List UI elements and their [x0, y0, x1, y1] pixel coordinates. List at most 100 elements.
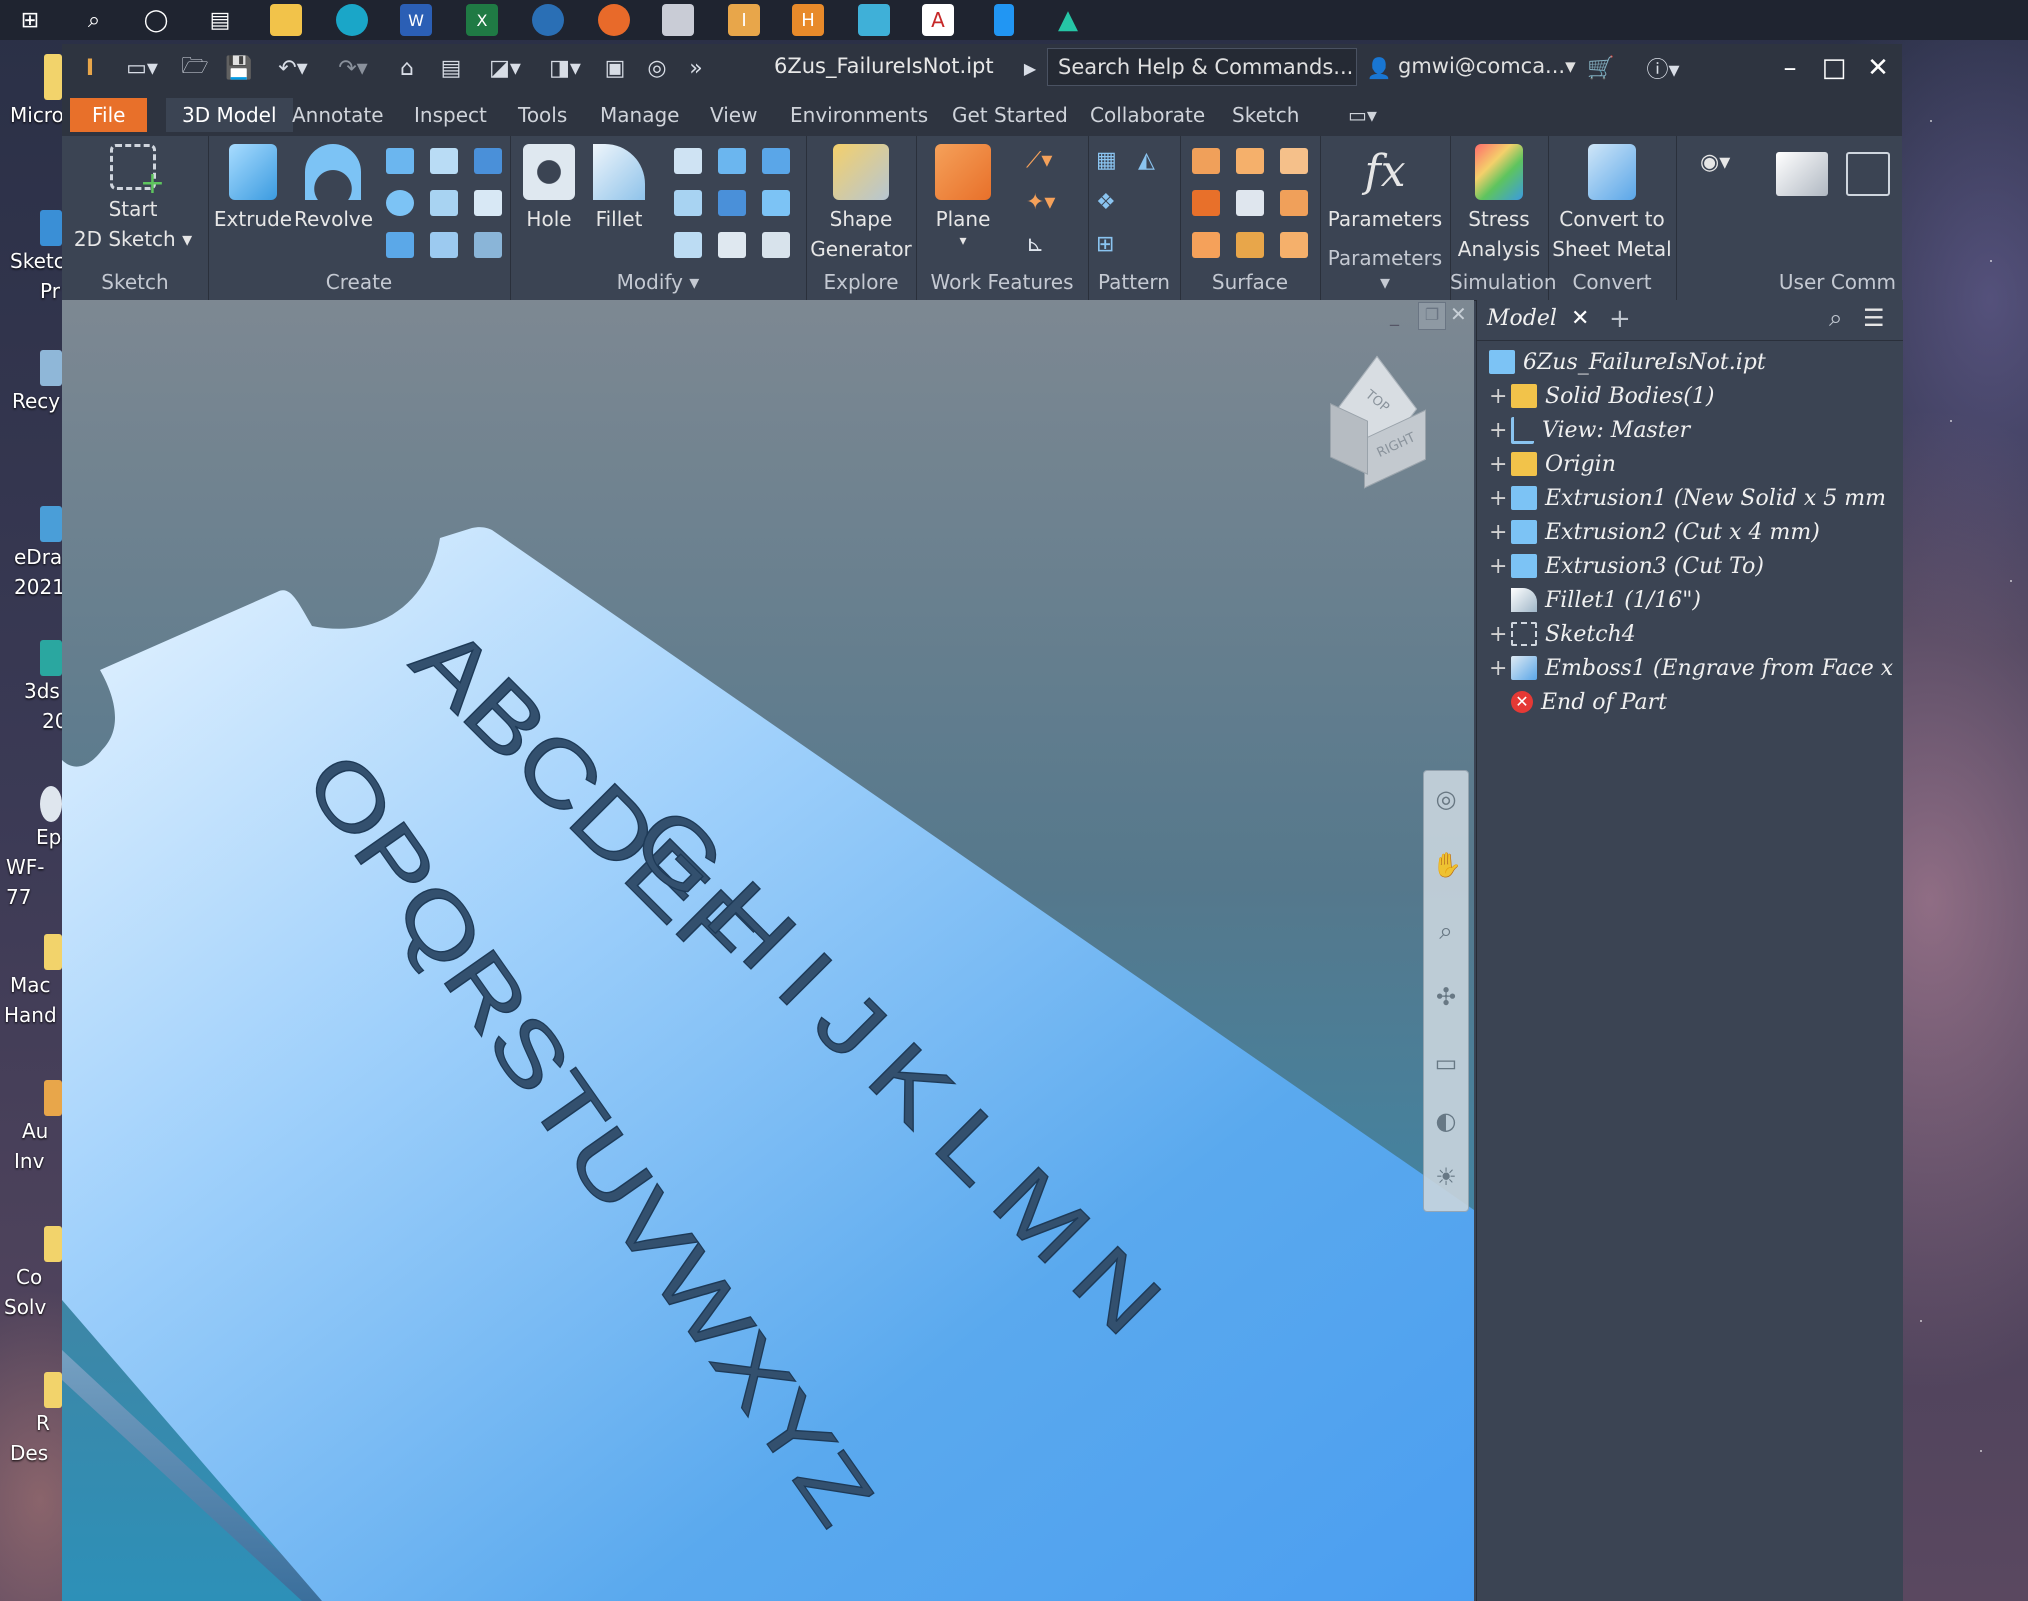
split-icon[interactable] [718, 190, 746, 216]
desktop-icon[interactable]: Sketc Pr [0, 210, 65, 306]
inventor-logo-icon[interactable]: I [78, 52, 102, 84]
tab-inspect[interactable]: Inspect [414, 98, 487, 132]
coil-icon[interactable] [386, 190, 414, 216]
sculpt-icon[interactable] [1280, 148, 1308, 174]
orbit-icon[interactable]: ✣ [1432, 983, 1460, 1011]
app-icon[interactable] [662, 4, 694, 36]
rib-icon[interactable] [474, 148, 502, 174]
axis-icon[interactable]: ⟋▾ [1026, 148, 1054, 174]
hole-button[interactable]: Hole [512, 144, 586, 234]
draft-icon[interactable] [762, 148, 790, 174]
combine-icon[interactable] [762, 190, 790, 216]
desktop-icon[interactable]: Mac Hand [0, 934, 62, 1030]
sketch-pattern-icon[interactable]: ⊞ [1096, 232, 1124, 258]
undo-icon[interactable]: ↶▾ [268, 52, 318, 84]
browser-item-solid-bodies[interactable]: + Solid Bodies(1) [1489, 380, 1714, 412]
thicken-surface-icon[interactable] [1192, 148, 1220, 174]
stitch-icon[interactable] [1236, 148, 1264, 174]
tab-file[interactable]: File [70, 98, 148, 132]
help-search-input[interactable]: Search Help & Commands... [1047, 48, 1357, 86]
trim-icon[interactable] [1236, 190, 1264, 216]
browser-tab-model[interactable]: Model [1487, 306, 1557, 331]
tab-annotate[interactable]: Annotate [292, 98, 384, 132]
hsm-icon[interactable]: H [792, 4, 824, 36]
browser-item-sketch4[interactable]: + Sketch4 [1489, 618, 1636, 650]
unwrap-icon[interactable] [430, 232, 458, 258]
expand-icon[interactable]: + [1489, 622, 1507, 647]
move-face-icon[interactable] [718, 232, 746, 258]
tab-3d-model[interactable]: 3D Model [166, 98, 293, 132]
tab-tools[interactable]: Tools [518, 98, 567, 132]
desktop-icon[interactable]: Micro [0, 54, 64, 130]
patch-icon[interactable] [1192, 190, 1220, 216]
search-icon[interactable]: ⌕ [78, 4, 110, 36]
view-cube[interactable]: TOP RIGHT [1324, 355, 1434, 489]
chamfer-icon[interactable] [674, 148, 702, 174]
expand-icon[interactable]: + [1489, 656, 1507, 681]
material-icon[interactable]: ◪▾ [480, 52, 530, 84]
import-icon[interactable] [474, 232, 502, 258]
browser-item-emboss1[interactable]: + Emboss1 (Engrave from Face x [1489, 652, 1893, 684]
mirror-icon[interactable]: ◭ [1138, 148, 1166, 174]
start-2d-sketch-button[interactable]: + Start 2D Sketch ▾ [68, 144, 198, 254]
rectangular-pattern-icon[interactable]: ▦ [1096, 148, 1124, 174]
expand-icon[interactable]: + [1489, 486, 1507, 511]
steering-wheel-icon[interactable]: ◎ [1432, 785, 1460, 813]
word-icon[interactable]: W [400, 4, 432, 36]
appearance-icon[interactable]: ◨▾ [540, 52, 590, 84]
look-at-icon[interactable]: ◐ [1432, 1107, 1460, 1135]
stress-analysis-button[interactable]: Stress Analysis [1454, 144, 1544, 264]
expand-icon[interactable]: + [1489, 554, 1507, 579]
fillet-button[interactable]: Fillet [582, 144, 656, 234]
repair-icon[interactable] [1280, 232, 1308, 258]
viewport-restore-icon[interactable]: ❐ [1418, 302, 1446, 330]
point-icon[interactable]: ✦▾ [1026, 190, 1055, 216]
expand-icon[interactable]: + [1489, 418, 1507, 443]
tab-environments[interactable]: Environments [790, 98, 928, 132]
graphics-viewport[interactable]: ABCDEF GHIJKLMN OPQRSTUVWXYZ _ ❐ ✕ TOP R… [62, 300, 1474, 1601]
browser-item-origin[interactable]: + Origin [1489, 448, 1616, 480]
add-tab-icon[interactable]: + [1609, 304, 1631, 334]
view-face-icon[interactable]: ▭ [1432, 1049, 1460, 1077]
desktop-icon[interactable]: Co Solv [0, 1226, 62, 1322]
revolve-button[interactable]: Revolve [294, 144, 373, 234]
browser-item-extrusion2[interactable]: + Extrusion2 (Cut x 4 mm) [1489, 516, 1820, 548]
chevron-right-icon[interactable]: ▶ [1020, 52, 1040, 84]
shell-icon[interactable] [718, 148, 746, 174]
tab-collaborate[interactable]: Collaborate [1090, 98, 1205, 132]
cart-icon[interactable]: 🛒 [1586, 52, 1616, 84]
phone-icon[interactable] [994, 4, 1014, 36]
open-icon[interactable]: 🗁 [180, 52, 210, 84]
windows-start-icon[interactable]: ⊞ [14, 4, 46, 36]
task-view-icon[interactable]: ▤ [204, 4, 236, 36]
user-icon[interactable]: 👤 [1367, 52, 1392, 84]
close-button[interactable]: ✕ [1858, 48, 1898, 88]
browser-item-part[interactable]: 6Zus_FailureIsNot.ipt [1489, 346, 1766, 378]
thread-icon[interactable] [674, 190, 702, 216]
tab-get-started[interactable]: Get Started [952, 98, 1068, 132]
pan-icon[interactable]: ✋ [1432, 851, 1462, 879]
redo-icon[interactable]: ↷▾ [328, 52, 378, 84]
browser-item-extrusion3[interactable]: + Extrusion3 (Cut To) [1489, 550, 1764, 582]
edge-icon[interactable] [336, 4, 368, 36]
desktop-icon[interactable]: Ep WF-77 [0, 786, 62, 912]
extend-icon[interactable] [1280, 190, 1308, 216]
browser-item-extrusion1[interactable]: + Extrusion1 (New Solid x 5 mm [1489, 482, 1886, 514]
checker-icon[interactable]: ◎ [642, 52, 672, 84]
expand-icon[interactable]: + [1489, 520, 1507, 545]
properties-icon[interactable]: ▤ [436, 52, 466, 84]
new-file-icon[interactable]: ▭▾ [122, 52, 162, 84]
search-icon[interactable]: ⌕ [1829, 304, 1842, 332]
inventor-icon[interactable]: I [728, 4, 760, 36]
tab-view[interactable]: View [710, 98, 757, 132]
desktop-icon[interactable]: 3ds 20 [0, 640, 67, 736]
shape-generator-button[interactable]: Shape Generator [810, 144, 912, 264]
adjust-icon[interactable]: ▣ [600, 52, 630, 84]
desktop-icon[interactable]: Au Inv [0, 1080, 62, 1176]
expand-icon[interactable]: + [1489, 452, 1507, 477]
derive-icon[interactable] [474, 190, 502, 216]
help-icon[interactable]: ⓘ▾ [1638, 52, 1688, 84]
zoom-icon[interactable]: ⌕ [1432, 917, 1460, 945]
maximize-button[interactable]: □ [1814, 48, 1854, 88]
tab-sketch[interactable]: Sketch [1232, 98, 1299, 132]
